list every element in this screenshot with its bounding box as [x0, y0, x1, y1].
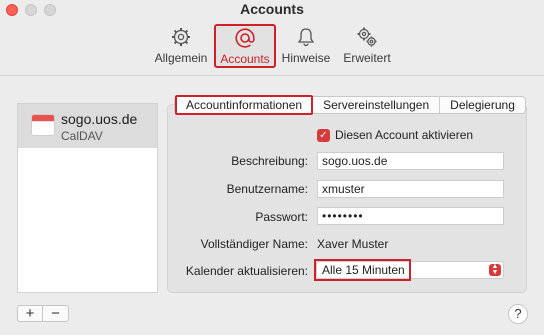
bell-icon — [296, 25, 316, 49]
toolbar-item-hinweise[interactable]: Hinweise — [280, 25, 332, 71]
window-title: Accounts — [240, 1, 304, 17]
description-field[interactable]: sogo.uos.de — [317, 152, 504, 170]
password-label: Passwort: — [255, 210, 308, 224]
chevron-updown-icon: ▲ ▼ — [489, 263, 501, 276]
toolbar-label: Erweitert — [343, 51, 391, 65]
toolbar-item-allgemein[interactable]: Allgemein — [152, 25, 210, 71]
enable-account-row[interactable]: ✓ Diesen Account aktivieren — [317, 128, 473, 142]
account-name: sogo.uos.de — [61, 111, 138, 127]
toolbar-label: Allgemein — [154, 51, 208, 65]
tab-accountinformationen[interactable]: Accountinformationen — [175, 95, 314, 115]
enable-account-checkbox[interactable]: ✓ — [317, 128, 330, 142]
full-name-label: Vollständiger Name: — [200, 237, 308, 251]
username-field[interactable]: xmuster — [317, 180, 504, 198]
gear-icon — [171, 25, 191, 49]
add-account-button[interactable]: + — [18, 306, 43, 321]
refresh-highlight — [314, 259, 411, 281]
toolbar-label: Accounts — [220, 52, 270, 66]
toolbar-item-accounts[interactable]: Accounts — [214, 24, 276, 68]
description-label: Beschreibung: — [231, 154, 308, 168]
password-field[interactable]: •••••••• — [317, 207, 504, 225]
tab-delegierung[interactable]: Delegierung — [440, 97, 525, 113]
tab-servereinstellungen[interactable]: Servereinstellungen — [313, 97, 441, 113]
preferences-toolbar: Allgemein Accounts Hinweise Erweitert — [0, 24, 544, 71]
account-type: CalDAV — [61, 129, 103, 143]
tab-bar: Accountinformationen Servereinstellungen… — [174, 95, 526, 115]
accounts-list[interactable]: sogo.uos.de CalDAV — [17, 103, 158, 293]
refresh-label: Kalender aktualisieren: — [185, 264, 308, 278]
list-item[interactable]: sogo.uos.de CalDAV — [18, 104, 157, 148]
calendar-icon — [31, 114, 55, 136]
remove-account-button[interactable]: − — [43, 306, 68, 321]
full-name-value: Xaver Muster — [317, 237, 389, 251]
enable-account-label: Diesen Account aktivieren — [335, 128, 474, 142]
at-sign-icon — [234, 26, 256, 50]
username-label: Benutzername: — [226, 182, 308, 196]
toolbar-item-erweitert[interactable]: Erweitert — [340, 25, 394, 71]
list-controls: + − — [17, 305, 69, 322]
help-button[interactable]: ? — [508, 304, 528, 324]
toolbar-label: Hinweise — [281, 51, 331, 65]
gears-icon — [356, 25, 378, 49]
window-titlebar: Accounts Allgemein Accounts Hinweise Erw… — [0, 0, 544, 76]
